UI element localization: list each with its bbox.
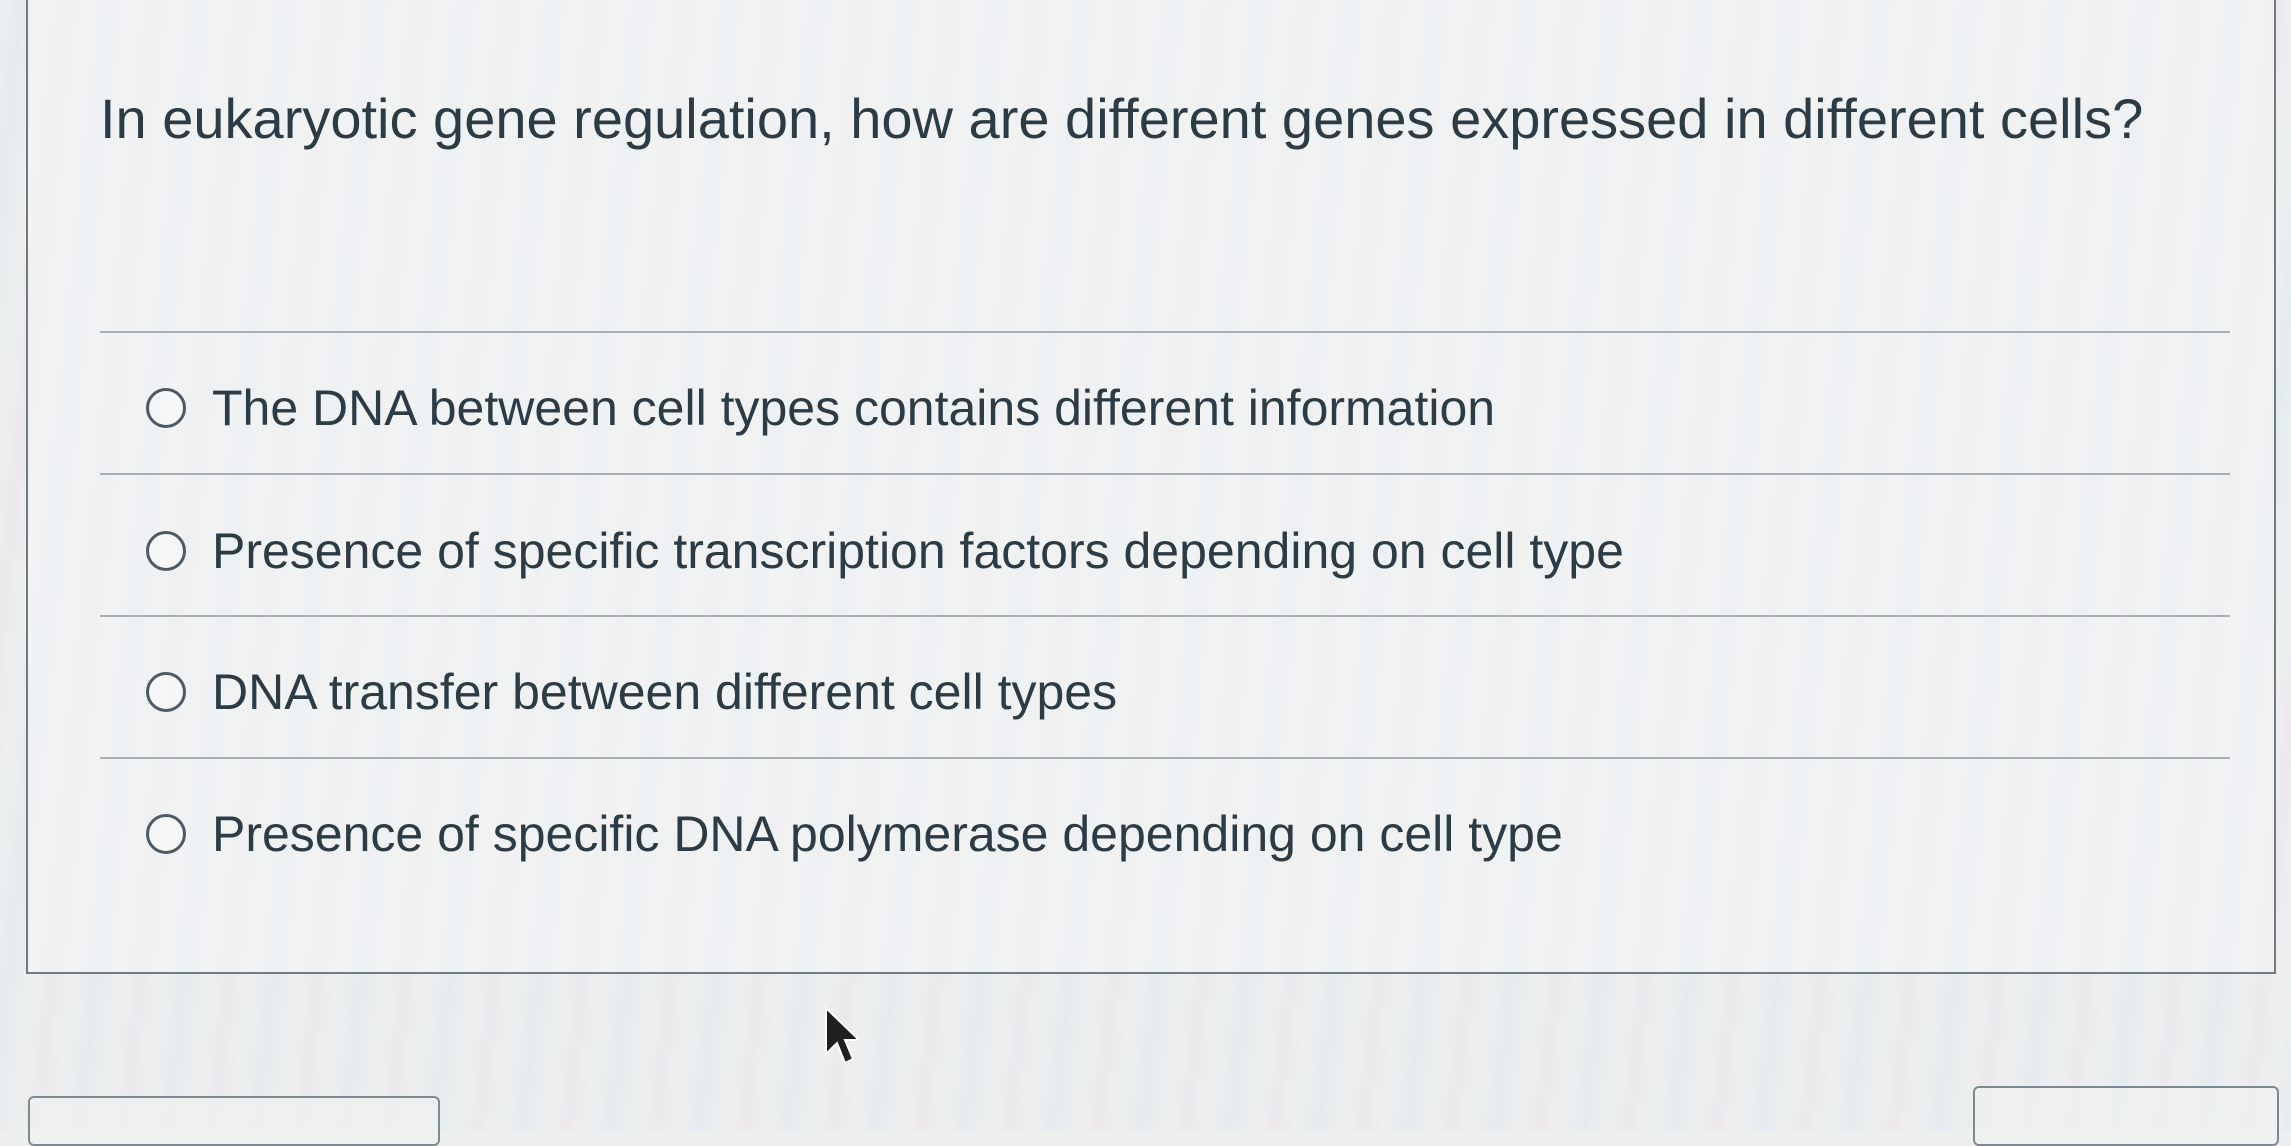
answer-divider [100, 757, 2230, 759]
answer-label: The DNA between cell types contains diff… [212, 380, 1496, 436]
answer-divider [100, 331, 2230, 333]
answer-option-1[interactable]: The DNA between cell types contains diff… [146, 378, 1495, 438]
mouse-pointer-icon [825, 1006, 858, 1065]
answer-label: Presence of specific DNA polymerase depe… [212, 806, 1563, 862]
answer-label: DNA transfer between different cell type… [212, 664, 1118, 720]
radio-button-icon[interactable] [146, 672, 186, 712]
previous-button[interactable] [28, 1096, 440, 1146]
question-panel: In eukaryotic gene regulation, how are d… [26, 0, 2276, 974]
answer-option-2[interactable]: Presence of specific transcription facto… [146, 521, 1624, 581]
answer-divider [100, 615, 2230, 617]
answer-divider [100, 473, 2230, 475]
next-button[interactable] [1973, 1086, 2279, 1146]
answer-option-3[interactable]: DNA transfer between different cell type… [146, 662, 1117, 722]
question-text: In eukaryotic gene regulation, how are d… [100, 87, 2144, 150]
radio-button-icon[interactable] [146, 531, 186, 571]
answer-option-4[interactable]: Presence of specific DNA polymerase depe… [146, 804, 1563, 864]
answer-label: Presence of specific transcription facto… [212, 523, 1624, 579]
radio-button-icon[interactable] [146, 814, 186, 854]
radio-button-icon[interactable] [146, 388, 186, 428]
